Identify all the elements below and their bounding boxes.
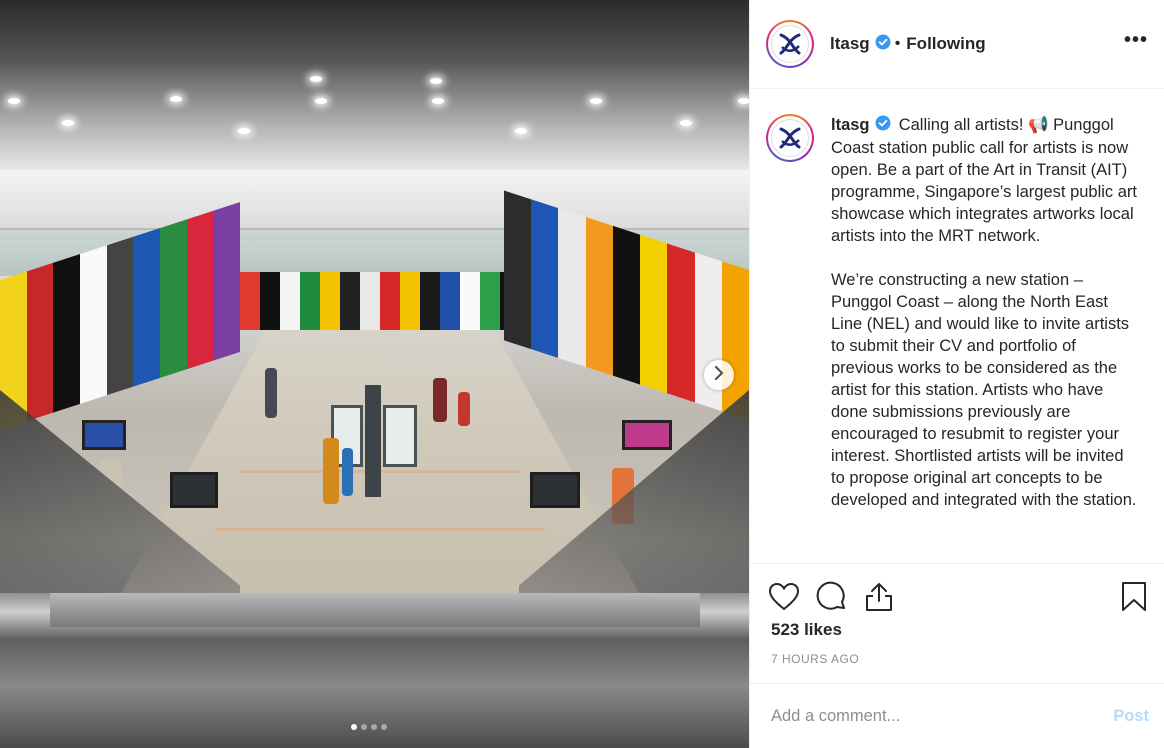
- carousel-dot: [351, 724, 357, 730]
- pillar: [365, 385, 381, 497]
- carousel-dot: [381, 724, 387, 730]
- screen: [82, 420, 126, 450]
- screen: [622, 420, 672, 450]
- likes-count[interactable]: 523 likes: [771, 620, 842, 640]
- chevron-right-icon: [713, 365, 725, 385]
- person: [433, 378, 447, 422]
- caption-username-link[interactable]: ltasg: [831, 116, 870, 134]
- person: [458, 392, 470, 426]
- mural-center: [240, 272, 540, 330]
- carousel-indicator: [351, 724, 387, 730]
- lta-logo: [771, 119, 809, 157]
- caption-paragraph-2: We’re constructing a new station – Pungg…: [831, 270, 1137, 509]
- heart-icon[interactable]: [768, 582, 800, 612]
- bookmark-icon[interactable]: [1121, 581, 1147, 613]
- action-bar: [750, 563, 1164, 615]
- carousel-dot: [371, 724, 377, 730]
- avatar[interactable]: [766, 20, 814, 68]
- person: [265, 368, 277, 418]
- share-icon[interactable]: [864, 581, 894, 613]
- floor-marking: [215, 528, 545, 531]
- info-kiosk: [383, 405, 417, 467]
- post-timestamp[interactable]: 7 HOURS AGO: [771, 652, 859, 666]
- separator: •: [894, 35, 901, 52]
- person: [342, 448, 353, 496]
- post-panel: ltasg • Following ••• ltasg Calling all …: [749, 0, 1164, 748]
- fare-gate: [530, 472, 580, 508]
- more-options-icon[interactable]: •••: [1124, 30, 1148, 53]
- fare-gate: [170, 472, 218, 508]
- username-link[interactable]: ltasg: [830, 34, 870, 54]
- carousel-next-button[interactable]: [704, 360, 734, 390]
- lta-logo: [771, 25, 809, 63]
- post-comment-button[interactable]: Post: [1113, 707, 1149, 726]
- person: [323, 438, 339, 504]
- comment-icon[interactable]: [816, 581, 848, 613]
- post-header: ltasg • Following •••: [750, 0, 1164, 89]
- verified-badge-icon: [875, 34, 891, 55]
- ceiling: [0, 0, 749, 170]
- verified-badge-icon: [875, 115, 891, 137]
- comment-input[interactable]: [771, 706, 1114, 726]
- post-photo[interactable]: [0, 0, 749, 748]
- comment-form: Post: [750, 683, 1164, 748]
- carousel-dot: [361, 724, 367, 730]
- avatar[interactable]: [766, 114, 814, 162]
- following-button[interactable]: Following: [906, 34, 985, 54]
- caption-text: ltasg Calling all artists! 📢 Punggol Coa…: [831, 114, 1141, 562]
- caption-section: ltasg Calling all artists! 📢 Punggol Coa…: [750, 90, 1164, 562]
